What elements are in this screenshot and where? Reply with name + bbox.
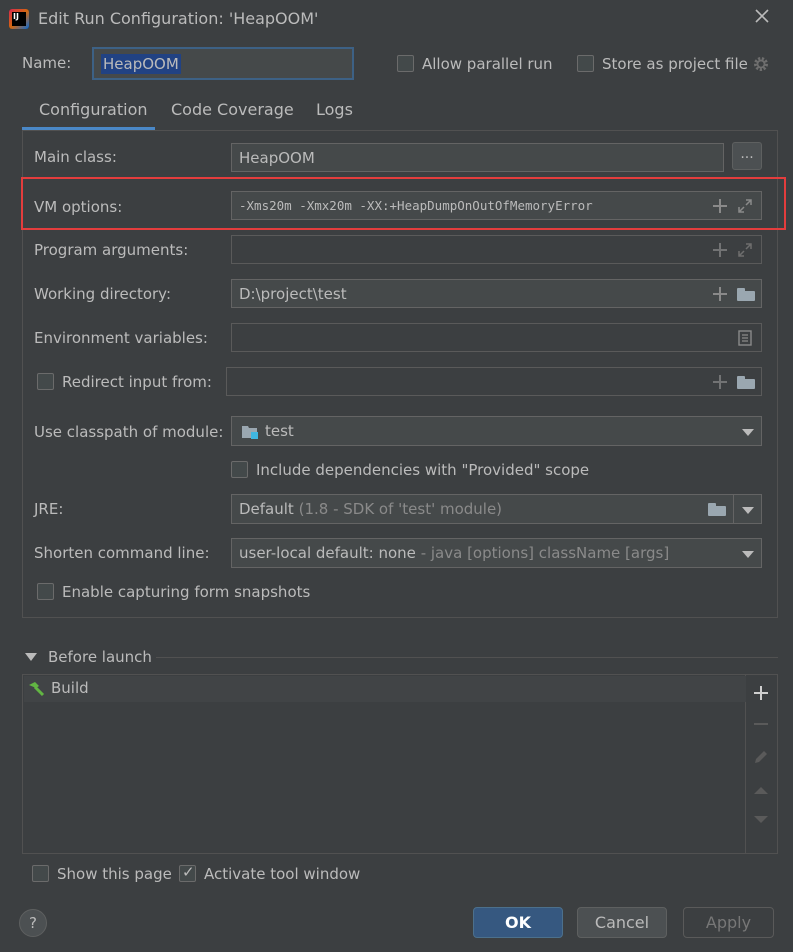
move-up-icon[interactable] [753,785,769,795]
hammer-icon [29,682,45,697]
working-dir-value: D:\project\test [239,285,347,303]
jre-value-wrap: Default (1.8 - SDK of 'test' module) [239,500,502,518]
name-value: HeapOOM [101,54,181,74]
folder-icon[interactable] [708,503,726,516]
include-deps-label: Include dependencies with "Provided" sco… [256,461,590,479]
jre-dropdown-button[interactable] [733,494,762,524]
working-dir-label: Working directory: [34,285,172,303]
allow-parallel-label: Allow parallel run [422,55,553,73]
gear-icon[interactable] [752,55,770,73]
add-icon[interactable] [754,686,768,700]
list-item[interactable]: Build [24,676,746,702]
before-launch-list: Build [22,674,746,854]
expand-icon[interactable] [737,198,753,214]
shorten-label: Shorten command line: [34,544,210,562]
vm-options-label: VM options: [34,198,123,216]
edit-icon[interactable] [753,749,769,765]
window-title: Edit Run Configuration: 'HeapOOM' [38,9,319,28]
shorten-hint: - java [options] className [args] [420,544,670,562]
apply-button[interactable]: Apply [683,907,774,938]
classpath-label: Use classpath of module: [34,423,224,441]
tab-configuration[interactable]: Configuration [39,92,148,130]
name-label: Name: [22,54,72,72]
redirect-input-label: Redirect input from: [62,373,212,391]
add-icon[interactable] [713,287,727,301]
jre-hint: (1.8 - SDK of 'test' module) [298,500,503,518]
shorten-value: user-local default: none [239,544,416,562]
chevron-down-icon[interactable] [742,429,754,436]
env-vars-input[interactable] [231,323,762,352]
add-icon[interactable] [713,375,727,389]
jre-value: Default [239,500,294,518]
before-launch-toolbar [746,674,778,854]
chevron-down-icon[interactable] [742,551,754,558]
jre-input[interactable]: Default (1.8 - SDK of 'test' module) [231,494,734,524]
add-icon[interactable] [713,243,727,257]
show-page-checkbox[interactable] [32,865,49,882]
redirect-input-field[interactable] [226,367,762,396]
vm-options-value: -Xms20m -Xmx20m -XX:+HeapDumpOnOutOfMemo… [239,198,593,213]
document-icon[interactable] [738,330,752,346]
activate-tool-checkbox[interactable] [179,863,196,882]
ok-button[interactable]: OK [473,907,563,938]
include-deps-checkbox[interactable] [231,461,248,478]
list-item-label: Build [51,679,89,697]
chevron-down-icon [742,507,754,514]
vm-options-input[interactable]: -Xms20m -Xmx20m -XX:+HeapDumpOnOutOfMemo… [231,191,762,220]
section-divider [156,657,778,658]
env-vars-label: Environment variables: [34,329,208,347]
intellij-icon: IJ [9,9,29,29]
classpath-value: test [265,422,294,440]
main-class-value: HeapOOM [239,149,315,167]
remove-icon[interactable] [754,723,768,725]
store-project-label: Store as project file [602,55,748,73]
help-button[interactable]: ? [19,909,47,937]
expand-icon[interactable] [737,242,753,258]
snapshots-label: Enable capturing form snapshots [62,583,311,601]
before-launch-title[interactable]: Before launch [48,648,152,666]
redirect-input-checkbox[interactable] [37,373,54,390]
store-project-checkbox[interactable] [577,55,594,72]
shorten-value-wrap: user-local default: none - java [options… [239,544,669,562]
program-args-label: Program arguments: [34,241,189,259]
name-input[interactable]: HeapOOM [92,47,354,80]
classpath-select[interactable]: test [231,416,762,446]
allow-parallel-checkbox[interactable] [397,55,414,72]
show-page-label: Show this page [57,865,172,883]
tab-logs[interactable]: Logs [316,92,353,130]
main-class-label: Main class: [34,148,117,166]
activate-tool-label: Activate tool window [204,865,361,883]
close-icon[interactable] [752,6,772,26]
working-dir-input[interactable]: D:\project\test [231,279,762,308]
shorten-select[interactable]: user-local default: none - java [options… [231,538,762,568]
add-icon[interactable] [713,199,727,213]
cancel-button[interactable]: Cancel [577,907,667,938]
folder-icon[interactable] [737,376,755,389]
program-args-input[interactable] [231,235,762,264]
main-class-input[interactable]: HeapOOM [231,143,724,172]
active-tab-indicator [22,127,155,130]
tab-code-coverage[interactable]: Code Coverage [171,92,294,130]
move-down-icon[interactable] [753,815,769,825]
jre-label: JRE: [34,500,64,518]
folder-icon[interactable] [737,288,755,301]
title-bar: IJ Edit Run Configuration: 'HeapOOM' [0,0,793,38]
collapse-triangle-icon[interactable] [25,652,37,662]
snapshots-checkbox[interactable] [37,583,54,600]
module-folder-icon [242,426,258,439]
browse-button[interactable]: ... [732,142,762,170]
